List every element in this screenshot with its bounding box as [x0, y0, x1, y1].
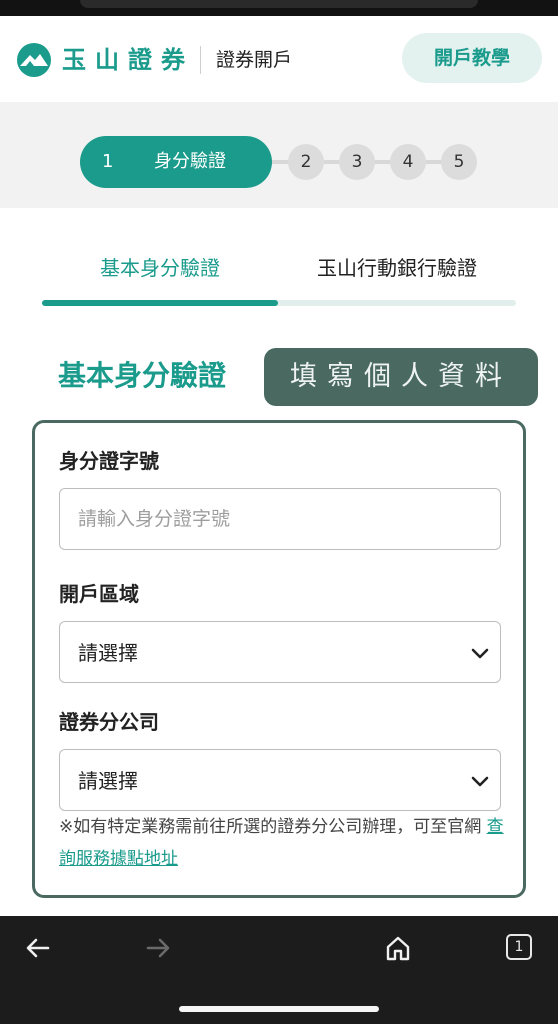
branch-label: 證券分公司 [59, 710, 159, 734]
id-number-input[interactable] [59, 488, 501, 550]
header-divider [200, 46, 201, 74]
overlay-caption: 填寫個人資料 [264, 348, 538, 406]
app-header: 玉山證券 證券開戶 開戶教學 [0, 16, 558, 102]
step-number: 1 [102, 151, 114, 172]
region-select[interactable]: 請選擇 [59, 621, 501, 683]
chevron-down-icon [471, 776, 489, 787]
branch-note-text: ※如有特定業務需前往所選的證券分公司辦理，可至官網 [59, 817, 487, 837]
chevron-down-icon [471, 648, 489, 659]
progress-steps: 1 身分驗證 2 3 4 5 [0, 102, 558, 208]
tabs-icon[interactable]: 1 [506, 934, 532, 960]
brand-name: 玉山證券 [62, 46, 194, 74]
branch-select[interactable]: 請選擇 [59, 749, 501, 811]
region-label: 開戶區域 [59, 582, 139, 606]
id-number-label: 身分證字號 [59, 449, 159, 473]
back-arrow-icon[interactable] [24, 934, 52, 962]
tab-active-indicator [42, 300, 278, 306]
forward-arrow-icon[interactable] [144, 934, 172, 962]
page-subtitle: 證券開戶 [216, 49, 293, 71]
home-icon[interactable] [384, 934, 412, 962]
main-content: 基本身分驗證 玉山行動銀行驗證 基本身分驗證 填寫個人資料 身分證字號 開戶區域… [0, 208, 558, 916]
browser-bottom-nav: 1 [0, 916, 558, 1024]
branch-note: ※如有特定業務需前往所選的證券分公司辦理，可至官網 查詢服務據點地址 [59, 811, 509, 875]
step-3: 3 [339, 144, 375, 180]
step-2: 2 [288, 144, 324, 180]
region-selected-value: 請選擇 [78, 641, 138, 665]
status-bar [0, 0, 558, 16]
step-5: 5 [441, 144, 477, 180]
tab-bank-verification[interactable]: 玉山行動銀行驗證 [278, 248, 516, 288]
step-label: 身分驗證 [154, 151, 226, 172]
section-title: 基本身分驗證 [58, 359, 227, 392]
tab-basic-verification[interactable]: 基本身分驗證 [42, 248, 278, 288]
step-1-active: 1 身分驗證 [80, 136, 272, 188]
identity-form: 身分證字號 開戶區域 請選擇 證券分公司 請選擇 ※如有特定業務需前往所選的證券… [32, 420, 526, 898]
esun-logo-icon [17, 43, 51, 77]
home-indicator[interactable] [179, 1006, 379, 1012]
tutorial-button[interactable]: 開戶教學 [402, 33, 542, 83]
branch-selected-value: 請選擇 [78, 769, 138, 793]
step-4: 4 [390, 144, 426, 180]
camera-notch [80, 0, 478, 8]
